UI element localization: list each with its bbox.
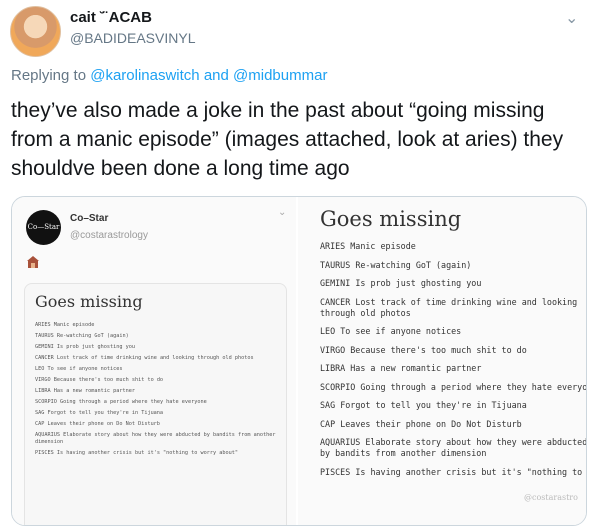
sign-text: Re-watching GoT (again) (355, 259, 472, 270)
sign-text: Leaves their phone on Do Not Disturb (340, 418, 522, 429)
sign-label: AQUARIUS (320, 437, 361, 447)
sign-label: VIRGO (35, 377, 51, 383)
sign-label: AQUARIUS (35, 432, 60, 438)
sign-text: Lost track of time drinking wine and loo… (320, 296, 578, 318)
list-item: TAURUS Re-watching GoT (again) (35, 333, 283, 340)
sign-text: Has a new romantic partner (350, 363, 482, 373)
card-title: Goes missing (320, 207, 462, 231)
list-item: LIBRA Has a new romantic partner (35, 388, 283, 395)
list-item: AQUARIUS Elaborate story about how they … (320, 437, 586, 459)
user-avatar[interactable] (10, 6, 61, 57)
list-item: TAURUS Re-watching GoT (again) (320, 260, 586, 271)
replying-to: Replying to @karolinaswitch and @midbumm… (11, 67, 327, 84)
sign-text: Because there's too much shit to do (350, 344, 527, 355)
reply-prefix: Replying to (11, 67, 87, 84)
list-item: SAG Forgot to tell you they're in Tijuan… (35, 410, 283, 417)
costar-name: Co–Star (70, 213, 109, 224)
list-item: CAP Leaves their phone on Do Not Disturb (35, 421, 283, 428)
sign-text: Has a new romantic partner (53, 388, 135, 394)
sign-text: Lost track of time drinking wine and loo… (56, 355, 254, 361)
sign-text: To see if anyone notices (47, 366, 123, 372)
mention-link[interactable]: @karolinaswitch (90, 67, 199, 84)
sign-label: ARIES (320, 241, 346, 251)
sign-text: Going through a period where they hate e… (60, 399, 207, 405)
card-title: Goes missing (35, 292, 143, 311)
list-item: LEO To see if anyone notices (320, 326, 586, 337)
attached-images: Co—Star Co–Star @costarastrology ⌄ Goes … (11, 196, 587, 526)
attached-image-right[interactable]: Goes missing ARIES Manic episode TAURUS … (298, 197, 586, 525)
sign-text: Forgot to tell you they're in Tijuana (340, 400, 527, 410)
attached-image-left[interactable]: Co—Star Co–Star @costarastrology ⌄ Goes … (12, 197, 298, 525)
sign-label: SAG (35, 410, 45, 416)
sign-label: SAG (320, 400, 336, 410)
list-item: ARIES Manic episode (35, 322, 283, 329)
sign-label: CAP (320, 418, 336, 429)
sign-label: LEO (35, 366, 45, 372)
list-item: VIRGO Because there's too much shit to d… (320, 345, 586, 356)
chevron-down-icon: ⌄ (278, 207, 287, 218)
sign-label: TAURUS (35, 333, 54, 339)
sign-label: CAP (35, 421, 45, 427)
sign-text: Because there's too much shit to do (53, 377, 164, 383)
sign-text: Leaves their phone on Do Not Disturb (47, 421, 160, 427)
sign-list: ARIES Manic episode TAURUS Re-watching G… (35, 322, 283, 461)
list-item: CANCER Lost track of time drinking wine … (320, 297, 586, 319)
sign-list: ARIES Manic episode TAURUS Re-watching G… (320, 241, 586, 485)
sign-text: Is prob just ghosting you (56, 344, 135, 350)
list-item: LIBRA Has a new romantic partner (320, 363, 586, 374)
chevron-down-icon[interactable]: ⌄ (565, 8, 578, 28)
list-item: CAP Leaves their phone on Do Not Disturb (320, 419, 586, 430)
sign-label: SCORPIO (320, 381, 356, 392)
mention-link[interactable]: @midbummar (233, 67, 327, 84)
list-item: PISCES Is having another crisis but it's… (35, 450, 283, 457)
list-item: SCORPIO Going through a period where the… (320, 382, 586, 393)
sign-text: Re-watching GoT (again) (56, 333, 129, 339)
sign-label: ARIES (35, 322, 51, 328)
sign-text: Going through a period where they hate e… (360, 381, 586, 392)
list-item: CANCER Lost track of time drinking wine … (35, 355, 283, 362)
sign-text: Is having another crisis but it's "nothi… (355, 466, 586, 477)
sign-label: TAURUS (320, 259, 351, 270)
list-item: GEMINI Is prob just ghosting you (320, 278, 586, 289)
sign-label: LIBRA (320, 363, 346, 373)
list-item: ARIES Manic episode (320, 241, 586, 252)
sign-label: GEMINI (320, 278, 351, 288)
sign-text: Elaborate story about how they were abdu… (35, 432, 276, 445)
list-item: SCORPIO Going through a period where the… (35, 399, 283, 406)
sign-text: Manic episode (53, 322, 95, 328)
sign-text: Forgot to tell you they're in Tijuana (47, 410, 164, 416)
list-item: PISCES Is having another crisis but it's… (320, 467, 586, 478)
display-name[interactable]: cait ˘̈ ACAB (70, 9, 152, 26)
sign-label: PISCES (320, 466, 351, 477)
sign-text: Elaborate story about how they were abdu… (320, 437, 586, 458)
sign-label: CANCER (35, 355, 54, 361)
list-item: AQUARIUS Elaborate story about how they … (35, 432, 283, 446)
list-item: LEO To see if anyone notices (35, 366, 283, 373)
sign-label: CANCER (320, 296, 351, 307)
sign-text: Is having another crisis but it's "nothi… (56, 450, 239, 456)
costar-watermark: @costarastro (524, 493, 578, 502)
house-icon (27, 256, 39, 268)
sign-label: PISCES (35, 450, 54, 456)
list-item: GEMINI Is prob just ghosting you (35, 344, 283, 351)
sign-label: LEO (320, 326, 336, 336)
sign-label: SCORPIO (35, 399, 57, 405)
sign-text: Manic episode (350, 241, 416, 251)
costar-avatar: Co—Star (26, 210, 61, 245)
list-item: SAG Forgot to tell you they're in Tijuan… (320, 400, 586, 411)
sign-label: GEMINI (35, 344, 54, 350)
sign-text: To see if anyone notices (340, 326, 462, 336)
sign-text: Is prob just ghosting you (355, 278, 482, 288)
costar-handle: @costarastrology (70, 230, 148, 241)
reply-and[interactable]: and (204, 67, 229, 84)
sign-label: LIBRA (35, 388, 51, 394)
tweet-text: they’ve also made a joke in the past abo… (11, 99, 564, 180)
sign-label: VIRGO (320, 344, 346, 355)
user-handle[interactable]: @BADIDEASVINYL (70, 30, 195, 46)
list-item: VIRGO Because there's too much shit to d… (35, 377, 283, 384)
goes-missing-card: Goes missing ARIES Manic episode TAURUS … (24, 283, 287, 525)
